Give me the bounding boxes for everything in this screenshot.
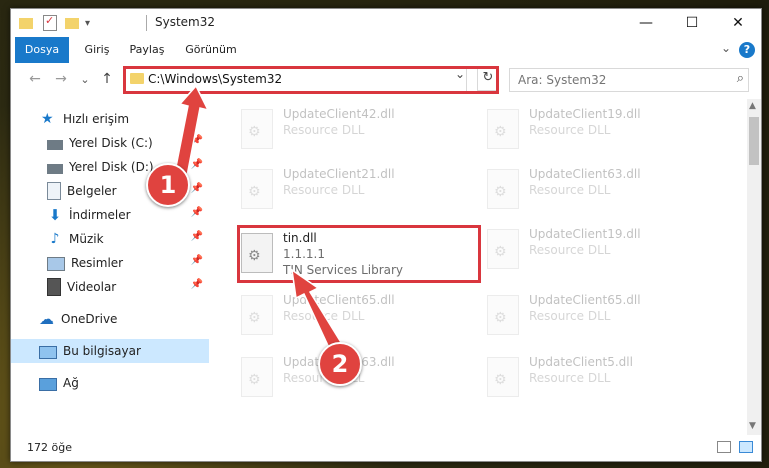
arrow-2 xyxy=(291,268,344,352)
arrow-1 xyxy=(174,84,210,177)
callout-1: 1 xyxy=(146,163,190,207)
callout-arrows xyxy=(174,84,344,352)
callout-2: 2 xyxy=(318,342,362,386)
